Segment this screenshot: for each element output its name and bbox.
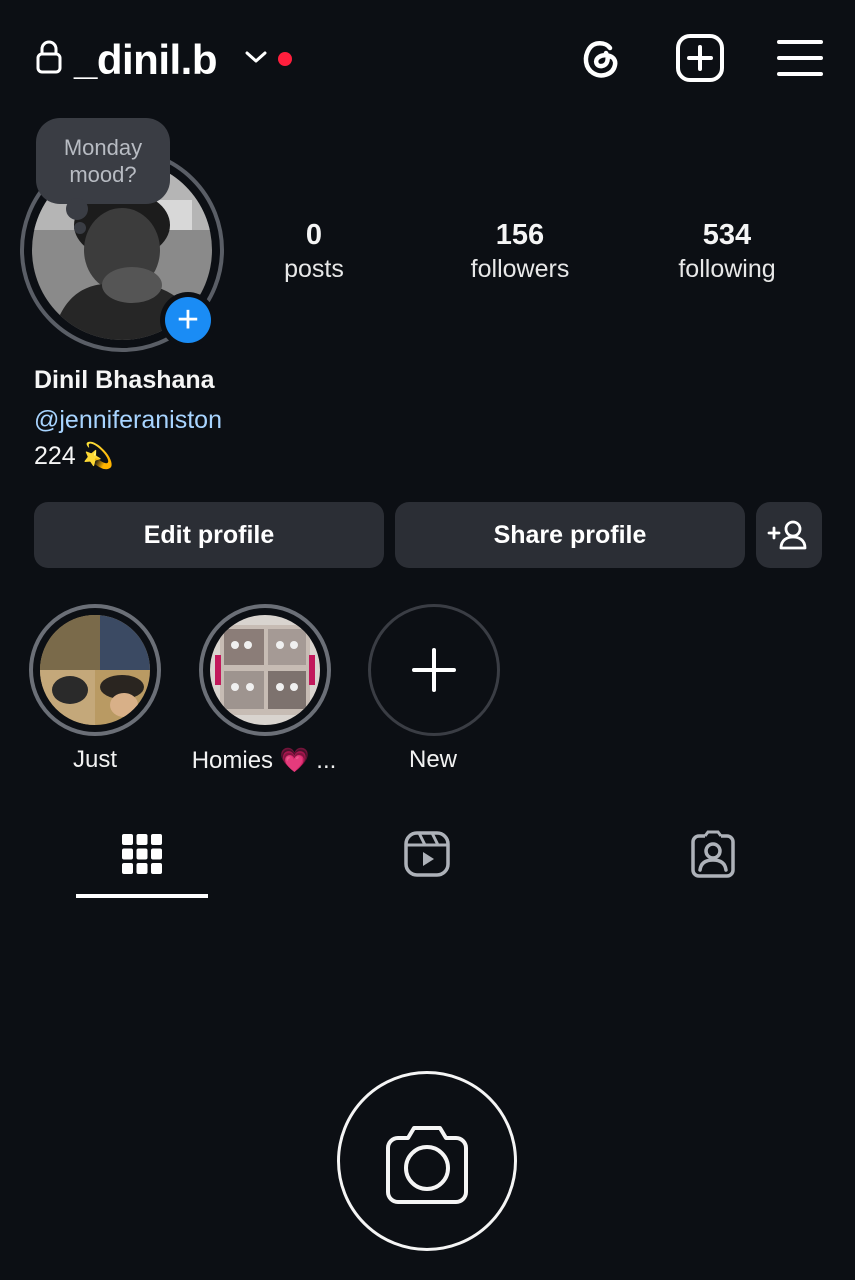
stat-followers-label: followers <box>470 255 570 283</box>
stat-following-value: 534 <box>702 219 752 251</box>
stat-followers[interactable]: 156 followers <box>430 216 610 284</box>
plus-icon <box>412 648 456 692</box>
share-profile-button[interactable]: Share profile <box>395 502 745 568</box>
profile-link[interactable]: @jenniferaniston <box>34 406 222 435</box>
threads-icon[interactable] <box>574 32 626 84</box>
highlight-homies-cover <box>210 615 320 725</box>
note-tail-small <box>74 222 86 234</box>
active-tab-indicator <box>76 894 208 898</box>
note-bubble[interactable]: Monday mood? <box>36 118 170 204</box>
add-person-icon <box>767 520 807 550</box>
edit-profile-button[interactable]: Edit profile <box>34 502 384 568</box>
stat-followers-value: 156 <box>495 219 545 251</box>
add-story-button[interactable]: + <box>165 297 211 343</box>
username[interactable]: _dinil.b <box>74 30 218 90</box>
empty-posts-camera-circle <box>337 1071 517 1251</box>
highlight-label-just: Just <box>72 746 117 773</box>
camera-icon <box>386 1126 468 1204</box>
note-text-line1: Monday <box>63 135 143 160</box>
grid-icon[interactable] <box>118 830 166 878</box>
tagged-icon[interactable] <box>689 830 737 878</box>
stat-posts-value: 0 <box>305 219 323 251</box>
highlight-homies[interactable] <box>199 604 331 736</box>
menu-icon[interactable] <box>774 32 826 84</box>
new-highlight-button[interactable] <box>368 604 500 736</box>
lock-icon <box>36 40 62 74</box>
notification-dot <box>278 52 292 66</box>
reels-icon[interactable] <box>403 830 451 878</box>
profile-name: Dinil Bhashana <box>34 366 215 394</box>
note-tail <box>66 198 88 220</box>
highlight-label-homies: Homies 💗 ... <box>191 747 337 774</box>
note-text-line2: mood? <box>69 162 137 187</box>
chevron-down-icon[interactable] <box>244 48 268 66</box>
stat-posts-label: posts <box>284 255 344 283</box>
highlight-label-new: New <box>408 746 457 773</box>
highlight-just[interactable] <box>29 604 161 736</box>
stat-following-label: following <box>678 255 776 283</box>
discover-people-button[interactable] <box>756 502 822 568</box>
stat-following[interactable]: 534 following <box>637 216 817 284</box>
stat-posts[interactable]: 0 posts <box>224 216 404 284</box>
profile-bio: 224 💫 <box>34 442 114 470</box>
highlight-just-cover <box>40 615 150 725</box>
create-post-icon[interactable] <box>674 32 726 84</box>
